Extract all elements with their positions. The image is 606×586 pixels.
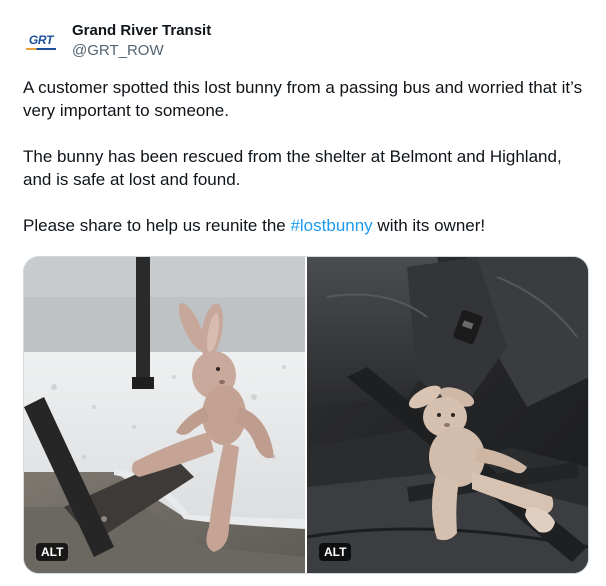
avatar[interactable]: GRT [21,21,61,61]
tweet-paragraph-3-start: Please share to help us reunite the [23,216,291,235]
display-name[interactable]: Grand River Transit [72,21,211,41]
photo-bunny-snow-image [24,257,305,573]
tweet-text: A customer spotted this lost bunny from … [23,76,588,237]
photo-bunny-car-seat-image [307,257,588,573]
user-handle[interactable]: @GRT_ROW [72,41,164,61]
tweet-paragraph-3-end: with its owner! [372,216,486,235]
tweet[interactable]: GRT Grand River Transit @GRT_ROW A custo… [0,0,606,586]
grt-logo-bar [26,48,56,50]
alt-badge-right[interactable]: ALT [319,543,352,561]
photo-bunny-car-seat[interactable]: ALT [307,257,588,573]
alt-badge-left[interactable]: ALT [36,543,69,561]
media-grid: ALT ALT [23,256,589,574]
hashtag-link[interactable]: #lostbunny [290,216,372,235]
tweet-paragraph-2: The bunny has been rescued from the shel… [23,147,562,189]
grt-logo-text: GRT [28,33,54,47]
tweet-paragraph-3: Please share to help us reunite the #los… [23,214,588,237]
tweet-paragraph-1: A customer spotted this lost bunny from … [23,78,583,120]
photo-bunny-snow[interactable]: ALT [24,257,305,573]
